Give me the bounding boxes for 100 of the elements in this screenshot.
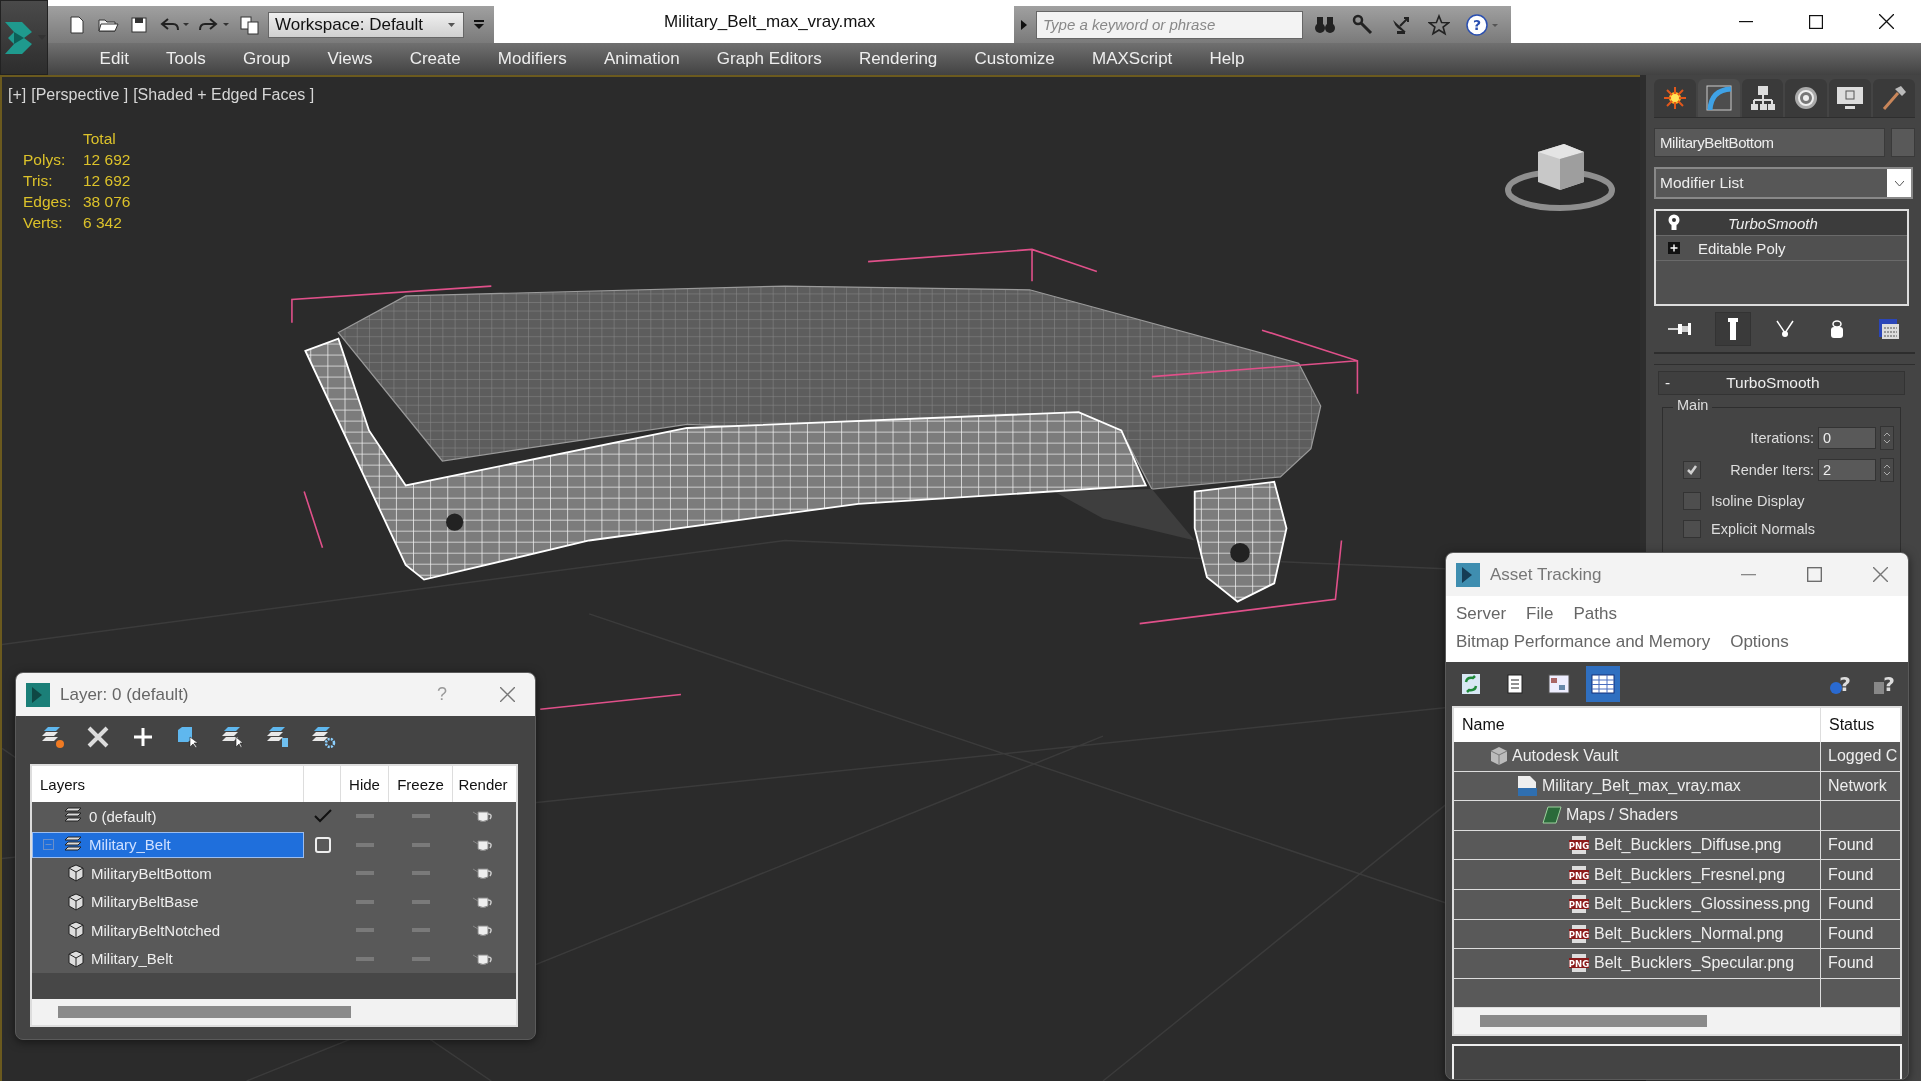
hide-toggle[interactable] <box>356 814 374 819</box>
object-row[interactable]: MilitaryBeltBase <box>32 888 304 915</box>
set-current-button[interactable] <box>265 725 291 749</box>
context-help-button[interactable]: ? <box>1824 666 1858 702</box>
column-header[interactable]: Render <box>453 766 513 802</box>
option-checkbox[interactable] <box>1683 520 1701 538</box>
menu-item[interactable]: Customize <box>955 49 1074 69</box>
help-button[interactable]: ? <box>1868 666 1902 702</box>
menu-item[interactable]: Tools <box>147 49 225 69</box>
scrollbar-thumb[interactable] <box>58 1006 352 1018</box>
freeze-toggle[interactable] <box>412 842 430 847</box>
menu-item[interactable]: Server <box>1456 604 1507 624</box>
command-panel-tab[interactable] <box>1785 79 1828 117</box>
column-header[interactable]: Status <box>1821 708 1900 742</box>
command-panel-tab[interactable] <box>1654 79 1696 117</box>
asset-name-cell[interactable]: PNG Belt_Bucklers_Glossiness.png <box>1454 889 1821 919</box>
select-layer-button[interactable] <box>220 725 246 749</box>
settings-button[interactable] <box>310 725 336 749</box>
teapot-icon[interactable] <box>472 951 494 966</box>
asset-name-cell[interactable]: Autodesk Vault <box>1454 742 1821 771</box>
viewport-menu-label[interactable]: [Perspective ] <box>31 86 129 104</box>
asset-name-cell[interactable]: PNG Belt_Bucklers_Fresnel.png <box>1454 860 1821 889</box>
viewport-menu-label[interactable]: [Shaded + Edged Faces ] <box>133 86 315 104</box>
checkmark-icon <box>312 808 333 825</box>
menu-item[interactable]: Group <box>224 49 309 69</box>
select-objects-button[interactable] <box>175 725 201 749</box>
starburst-icon <box>1662 86 1687 110</box>
menu-item[interactable]: Help <box>1190 49 1264 69</box>
modifier-stack-item[interactable]: Editable Poly <box>1656 236 1907 261</box>
help-button[interactable]: ? <box>1461 13 1505 36</box>
hide-toggle[interactable] <box>356 928 374 933</box>
object-row[interactable]: MilitaryBeltBottom <box>32 860 304 887</box>
thumbnails-icon <box>1548 674 1570 694</box>
search-field[interactable]: Type a keyword or phrase <box>1036 10 1303 39</box>
menu-item[interactable]: Options <box>1730 632 1789 652</box>
app-menu-button[interactable] <box>0 0 48 75</box>
scrollbar-thumb[interactable] <box>1480 1015 1707 1028</box>
menu-item[interactable]: File <box>1526 604 1554 624</box>
teapot-icon[interactable] <box>472 866 494 881</box>
asset-name-cell[interactable]: Maps / Shaders <box>1454 801 1821 830</box>
spinner-arrows-icon[interactable] <box>1880 426 1894 450</box>
asset-name-cell[interactable]: PNG Belt_Bucklers_Diffuse.png <box>1454 830 1821 860</box>
teapot-icon[interactable] <box>472 809 494 824</box>
render-iters-field[interactable]: 2 <box>1818 459 1876 481</box>
layer-row[interactable]: Military_Belt <box>32 831 304 858</box>
freeze-toggle[interactable] <box>412 814 430 819</box>
menu-item[interactable]: Edit <box>81 49 148 69</box>
menu-item[interactable]: Paths <box>1573 604 1617 624</box>
menu-item[interactable]: Rendering <box>840 49 956 69</box>
fork-icon <box>1775 319 1796 339</box>
command-panel-tab[interactable] <box>1741 79 1784 117</box>
layer-row[interactable]: 0 (default) <box>32 803 304 830</box>
object-name-field[interactable]: MilitaryBeltBottom <box>1654 128 1885 157</box>
menu-item[interactable]: Graph Editors <box>698 49 841 69</box>
path-field[interactable] <box>1452 1044 1902 1079</box>
collapse-toggle[interactable] <box>43 839 57 851</box>
collapse-toggle[interactable]: - <box>1659 374 1677 392</box>
end-result-button[interactable] <box>1714 312 1751 346</box>
freeze-toggle[interactable] <box>412 871 430 876</box>
asset-name-cell[interactable]: PNG Belt_Bucklers_Specular.png <box>1454 949 1821 978</box>
object-row[interactable]: MilitaryBeltNotched <box>32 917 304 944</box>
freeze-toggle[interactable] <box>412 956 430 961</box>
hide-toggle[interactable] <box>356 956 374 961</box>
spinner-arrows-icon[interactable] <box>1880 458 1894 482</box>
delete-button[interactable] <box>85 726 111 748</box>
menu-item[interactable]: Views <box>308 49 392 69</box>
modifier-stack-item[interactable]: TurboSmooth <box>1656 211 1907 236</box>
iterations-field[interactable]: 0 <box>1818 427 1876 449</box>
hide-toggle[interactable] <box>356 871 374 876</box>
asset-status-cell-text: Found <box>1827 953 1875 974</box>
option-checkbox[interactable] <box>1683 492 1701 510</box>
current-layer-toggle[interactable] <box>312 808 333 825</box>
hide-toggle[interactable] <box>356 842 374 847</box>
table-button[interactable] <box>1586 666 1620 702</box>
light-bulb-icon <box>1668 214 1680 232</box>
menu-item[interactable]: MAXScript <box>1073 49 1191 69</box>
menu-item[interactable]: Modifiers <box>479 49 586 69</box>
hide-toggle[interactable] <box>356 899 374 904</box>
column-header[interactable]: Name <box>1454 708 1821 742</box>
menu-item[interactable]: Animation <box>585 49 699 69</box>
teapot-icon[interactable] <box>472 894 494 909</box>
workspace-dropdown[interactable]: Workspace: Default <box>268 11 464 38</box>
render-iters-checkbox[interactable] <box>1683 461 1701 479</box>
asset-name-cell[interactable]: Military_Belt_max_vray.max <box>1454 771 1821 801</box>
modifier-list-dropdown[interactable]: Modifier List <box>1654 167 1913 199</box>
command-panel-tab[interactable] <box>1829 79 1872 117</box>
teapot-icon[interactable] <box>472 923 494 938</box>
teapot-icon[interactable] <box>472 837 494 852</box>
menu-item[interactable]: Create <box>391 49 480 69</box>
asset-name-cell[interactable]: PNG Belt_Bucklers_Normal.png <box>1454 919 1821 949</box>
freeze-toggle[interactable] <box>412 899 430 904</box>
object-color-swatch[interactable] <box>1891 128 1915 157</box>
freeze-toggle[interactable] <box>412 928 430 933</box>
object-row[interactable]: Military_Belt <box>32 945 304 972</box>
minimize-icon <box>1740 573 1756 576</box>
command-panel-tab[interactable] <box>1873 79 1915 117</box>
new-layer-button[interactable] <box>40 725 66 749</box>
rollout-header[interactable]: - TurboSmooth <box>1658 371 1905 395</box>
viewport-menu-label[interactable]: [+] <box>8 86 27 104</box>
current-layer-toggle[interactable] <box>314 836 331 853</box>
